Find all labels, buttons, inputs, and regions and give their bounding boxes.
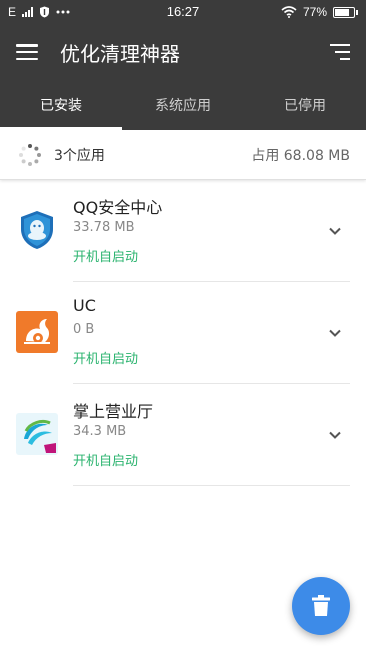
app-summary-row: 3个应用 占用 68.08 MB	[0, 130, 366, 180]
loading-spinner-icon	[19, 143, 41, 166]
app-screen: E 16:27 77% 优化清理神器 已安装 系统应用 已停用 3个应用 占用 …	[0, 0, 366, 650]
app-list: QQ安全中心 33.78 MB 开机自启动 UC 0 B 开机自启动 掌上营业厅…	[0, 180, 366, 486]
autostart-label: 开机自启动	[73, 250, 139, 265]
hamburger-menu-icon[interactable]	[16, 44, 38, 60]
trash-icon	[312, 595, 330, 616]
app-bar: 优化清理神器	[0, 24, 366, 80]
wifi-icon	[281, 6, 297, 18]
chevron-down-icon[interactable]	[328, 428, 342, 442]
status-left: E	[8, 5, 70, 19]
app-count: 3个应用	[54, 147, 105, 164]
app-row[interactable]: 掌上营业厅 34.3 MB 开机自启动	[0, 384, 366, 486]
china-mobile-icon	[16, 413, 58, 455]
app-name: UC	[73, 296, 96, 315]
tab-disabled[interactable]: 已停用	[244, 80, 366, 130]
sort-icon[interactable]	[328, 44, 350, 60]
app-info: QQ安全中心 33.78 MB 开机自启动	[73, 180, 350, 282]
delete-fab-button[interactable]	[292, 577, 350, 635]
app-name: 掌上营业厅	[73, 402, 154, 421]
status-right: 77%	[281, 5, 358, 19]
app-name: QQ安全中心	[73, 198, 163, 217]
chevron-down-icon[interactable]	[328, 326, 342, 340]
autostart-label: 开机自启动	[73, 352, 139, 367]
status-bar: E 16:27 77%	[0, 0, 366, 24]
battery-icon	[333, 6, 358, 18]
app-info: 掌上营业厅 34.3 MB 开机自启动	[73, 384, 350, 486]
autostart-label: 开机自启动	[73, 454, 139, 469]
tab-installed[interactable]: 已安装	[0, 80, 122, 130]
network-type-label: E	[8, 5, 17, 19]
app-size: 34.3 MB	[73, 424, 127, 439]
signal-strength-icon	[22, 7, 34, 17]
shield-notification-icon	[40, 6, 50, 18]
chevron-down-icon[interactable]	[328, 224, 342, 238]
app-size: 33.78 MB	[73, 220, 135, 235]
app-row[interactable]: UC 0 B 开机自启动	[0, 282, 366, 384]
page-title: 优化清理神器	[60, 41, 180, 66]
tab-bar: 已安装 系统应用 已停用	[0, 80, 366, 130]
tab-system-apps[interactable]: 系统应用	[122, 80, 244, 130]
app-row[interactable]: QQ安全中心 33.78 MB 开机自启动	[0, 180, 366, 282]
storage-used: 占用 68.08 MB	[251, 147, 350, 164]
app-size: 0 B	[73, 322, 95, 337]
qq-security-center-icon	[21, 211, 53, 249]
more-notifications-icon	[56, 10, 70, 14]
app-info: UC 0 B 开机自启动	[73, 282, 350, 384]
battery-percent: 77%	[302, 5, 327, 19]
uc-browser-icon	[16, 311, 58, 353]
